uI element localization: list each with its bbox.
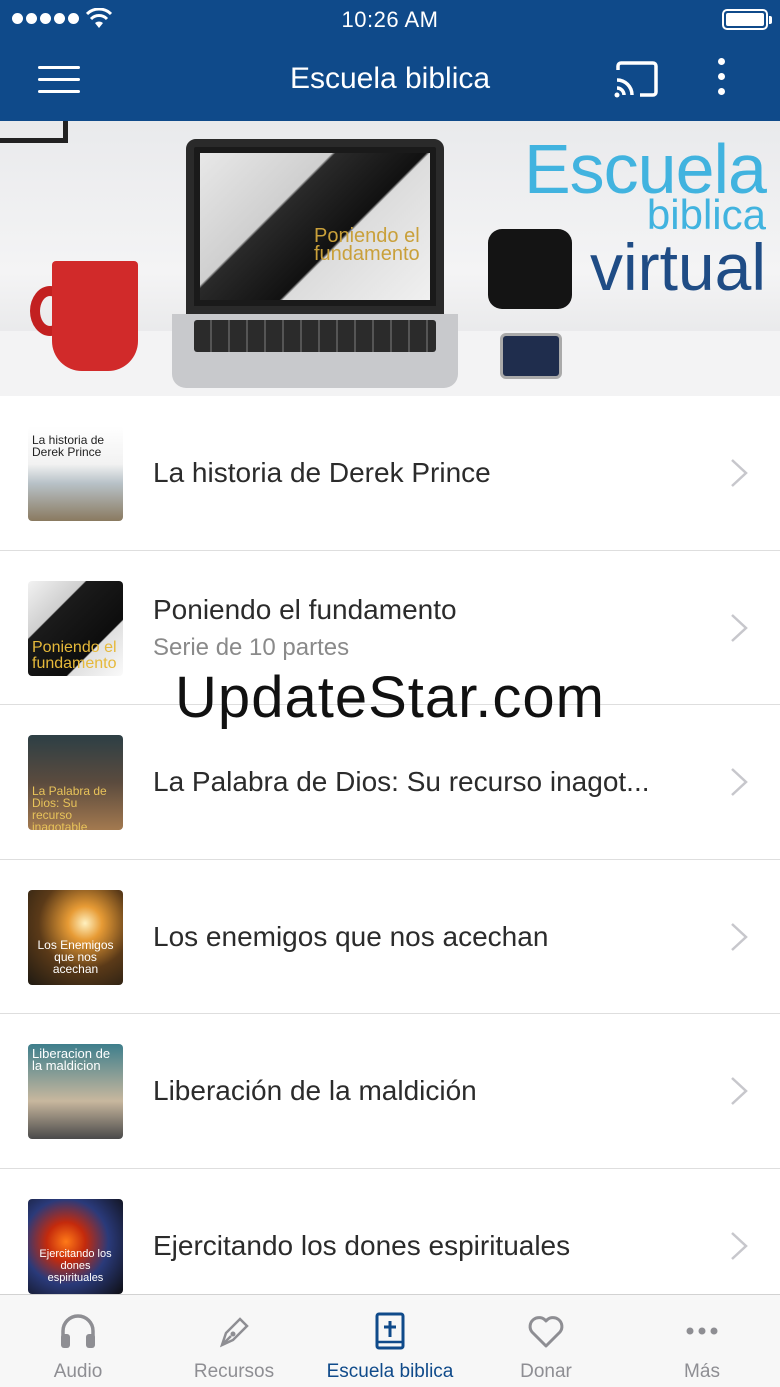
course-thumbnail: Poniendo el fundamento: [28, 580, 123, 676]
more-icon: [686, 1327, 718, 1335]
list-item[interactable]: Liberacion de la maldicion Liberación de…: [0, 1014, 780, 1169]
course-thumbnail: Ejercitando los dones espirituales: [28, 1198, 123, 1294]
speaker-device: [488, 229, 572, 309]
tab-label: Escuela biblica: [326, 1361, 454, 1382]
hero-banner: Poniendo el fundamento Escuela biblica v…: [0, 121, 780, 396]
pen-icon: [219, 1317, 249, 1348]
heart-icon: [528, 1316, 564, 1348]
list-item-title: La Palabra de Dios: Su recurso inagot...: [153, 766, 650, 797]
tab-label: Más: [684, 1361, 720, 1382]
top-bar: 10:26 AM Escuela biblica: [0, 0, 780, 121]
list-item[interactable]: La Palabra de Dios: Su recurso inagotabl…: [0, 705, 780, 860]
tab-label: Audio: [53, 1361, 103, 1382]
status-time: 10:26 AM: [341, 7, 439, 32]
page-title: Escuela biblica: [289, 62, 491, 95]
laptop-screen-text: Poniendo el fundamento: [314, 225, 420, 265]
battery-icon: [722, 9, 772, 30]
chevron-right-icon: [731, 1077, 748, 1105]
list-item[interactable]: Poniendo el fundamento Poniendo el funda…: [0, 551, 780, 705]
list-item-title: La historia de Derek Prince: [153, 457, 491, 488]
course-thumbnail: Los Enemigos que nos acechan: [28, 889, 123, 985]
list-item[interactable]: Los Enemigos que nos acechan Los enemigo…: [0, 860, 780, 1014]
chevron-right-icon: [731, 459, 748, 487]
tab-audio[interactable]: Audio: [0, 1295, 156, 1387]
course-thumbnail: La Palabra de Dios: Su recurso inagotabl…: [28, 735, 123, 830]
list-item-title: Liberación de la maldición: [153, 1075, 477, 1106]
chevron-right-icon: [731, 922, 748, 951]
chevron-right-icon: [731, 768, 748, 796]
laptop-screen: Poniendo el fundamento: [186, 139, 444, 314]
cast-icon[interactable]: [614, 60, 660, 98]
course-list: La historia de Derek Prince La historia …: [0, 396, 780, 1294]
red-mug: [52, 261, 138, 371]
tab-label: Donar: [520, 1361, 572, 1382]
tab-mas[interactable]: Más: [624, 1295, 780, 1387]
chevron-right-icon: [731, 613, 748, 642]
tab-donar[interactable]: Donar: [468, 1295, 624, 1387]
nav-bar: Escuela biblica: [0, 40, 780, 121]
course-thumbnail: Liberacion de la maldicion: [28, 1044, 123, 1139]
course-thumbnail: La historia de Derek Prince: [28, 426, 123, 521]
list-item-title: Los enemigos que nos acechan: [153, 920, 549, 952]
banner-title-line3: virtual: [589, 230, 766, 304]
list-item-subtitle: Serie de 10 partes: [153, 633, 350, 661]
chevron-right-icon: [731, 1231, 748, 1260]
wall-frame-decoration: [0, 121, 68, 143]
list-item[interactable]: Ejercitando los dones espirituales Ejerc…: [0, 1169, 780, 1295]
bible-icon: [375, 1312, 405, 1350]
list-item-title: Poniendo el fundamento: [153, 593, 457, 625]
phone-device: [500, 333, 562, 379]
status-bar: 10:26 AM: [0, 0, 780, 40]
list-item[interactable]: La historia de Derek Prince La historia …: [0, 396, 780, 551]
tab-recursos[interactable]: Recursos: [156, 1295, 312, 1387]
overflow-menu-icon[interactable]: [712, 58, 730, 102]
headphones-icon: [61, 1314, 95, 1348]
list-item-title: Ejercitando los dones espirituales: [153, 1229, 571, 1261]
tab-escuela-biblica[interactable]: Escuela biblica: [312, 1295, 468, 1387]
tab-bar: Audio Recursos Escuela biblica Donar Más: [0, 1294, 780, 1387]
laptop-keyboard: [172, 314, 458, 388]
tab-label: Recursos: [193, 1361, 275, 1382]
